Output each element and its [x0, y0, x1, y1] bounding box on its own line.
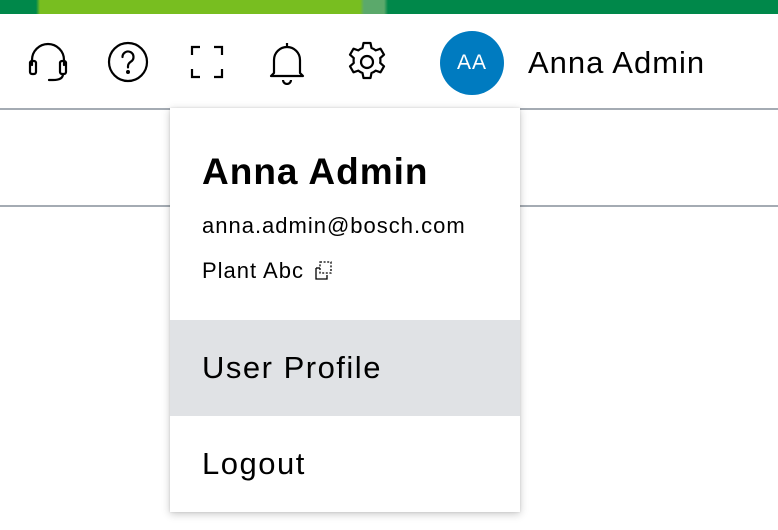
plant-selector[interactable]: Plant Abc [202, 257, 334, 285]
brand-stripe [0, 0, 778, 14]
avatar[interactable]: AA [440, 31, 504, 95]
gear-icon[interactable] [341, 36, 393, 88]
plant-label: Plant Abc [202, 258, 304, 283]
user-menu-dropdown: Anna Admin anna.admin@bosch.com Plant Ab… [170, 108, 520, 512]
menu-item-user-profile[interactable]: User Profile [170, 320, 520, 416]
fullscreen-icon[interactable] [181, 36, 233, 88]
avatar-initials: AA [456, 51, 487, 74]
menu-item-label: User Profile [202, 350, 382, 385]
menu-item-logout[interactable]: Logout [170, 416, 520, 512]
help-icon[interactable] [102, 36, 154, 88]
dropdown-user-name: Anna Admin [202, 151, 429, 192]
dropdown-user-email: anna.admin@bosch.com [202, 213, 466, 238]
bell-icon[interactable] [261, 36, 313, 88]
switch-icon[interactable] [312, 260, 334, 282]
menu-item-label: Logout [202, 446, 306, 481]
headset-icon[interactable] [22, 36, 74, 88]
header-user-name[interactable]: Anna Admin [528, 44, 705, 82]
page: AA Anna Admin Anna Admin anna.admin@bosc… [0, 0, 778, 530]
